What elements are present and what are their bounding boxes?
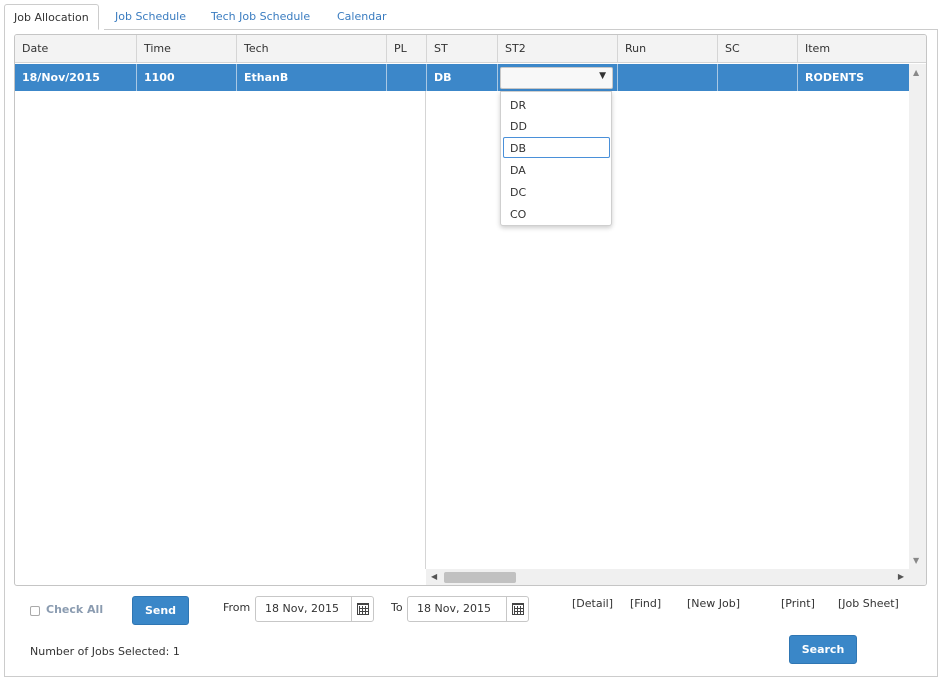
new-job-link[interactable]: [New Job]	[687, 597, 740, 610]
column-header-tech[interactable]: Tech	[236, 35, 386, 63]
send-button[interactable]: Send	[132, 596, 189, 625]
cell-time[interactable]: 1100	[136, 64, 236, 91]
column-header-time[interactable]: Time	[136, 35, 236, 63]
to-date-picker-button[interactable]	[506, 597, 528, 621]
scroll-right-icon[interactable]: ▶	[898, 572, 904, 581]
scroll-up-icon[interactable]: ▲	[913, 68, 919, 77]
dropdown-option-dc[interactable]: DC	[503, 181, 610, 202]
column-header-pl[interactable]: PL	[386, 35, 426, 63]
scroll-left-icon[interactable]: ◀	[431, 572, 437, 581]
detail-link[interactable]: [Detail]	[572, 597, 613, 610]
column-header-st2[interactable]: ST2	[497, 35, 617, 63]
print-link[interactable]: [Print]	[781, 597, 815, 610]
dropdown-option-da[interactable]: DA	[503, 159, 610, 180]
to-date-value[interactable]: 18 Nov, 2015	[417, 597, 491, 621]
column-header-run[interactable]: Run	[617, 35, 717, 63]
search-button[interactable]: Search	[789, 635, 857, 664]
cell-sc[interactable]	[717, 64, 797, 91]
tab-calendar[interactable]: Calendar	[337, 4, 386, 30]
vertical-scrollbar[interactable]: ▲ ▼	[909, 64, 926, 569]
to-label: To	[391, 601, 403, 614]
st2-select[interactable]: ▼	[500, 67, 613, 89]
horizontal-scrollbar[interactable]: ◀ ▶	[426, 569, 909, 585]
column-header-st[interactable]: ST	[426, 35, 497, 63]
calendar-icon	[512, 603, 524, 615]
calendar-icon	[357, 603, 369, 615]
table-row[interactable]: 18/Nov/2015 1100 EthanB DB RODENTS ▼	[15, 64, 909, 91]
from-date-field[interactable]: 18 Nov, 2015	[255, 596, 374, 622]
dropdown-option-dr[interactable]: DR	[503, 94, 610, 115]
job-sheet-link[interactable]: [Job Sheet]	[838, 597, 899, 610]
to-date-field[interactable]: 18 Nov, 2015	[407, 596, 529, 622]
st2-dropdown-list: DR DD DB DA DC CO	[500, 91, 612, 226]
cell-item[interactable]: RODENTS	[797, 64, 909, 91]
find-link[interactable]: [Find]	[630, 597, 661, 610]
caret-down-icon: ▼	[599, 71, 606, 81]
frozen-column-divider	[425, 91, 426, 569]
dropdown-option-db[interactable]: DB	[503, 137, 610, 158]
job-grid: Date Time Tech PL ST ST2 Run SC Item 18/…	[14, 34, 927, 586]
horizontal-scroll-thumb[interactable]	[444, 572, 516, 583]
cell-pl[interactable]	[386, 64, 426, 91]
cell-date[interactable]: 18/Nov/2015	[15, 64, 136, 91]
grid-header: Date Time Tech PL ST ST2 Run SC Item	[15, 35, 926, 63]
check-all-checkbox[interactable]	[30, 606, 40, 616]
tab-tech-job-schedule[interactable]: Tech Job Schedule	[211, 4, 310, 30]
dropdown-option-dd[interactable]: DD	[503, 115, 610, 136]
column-header-sc[interactable]: SC	[717, 35, 797, 63]
scroll-down-icon[interactable]: ▼	[913, 556, 919, 565]
from-date-picker-button[interactable]	[351, 597, 373, 621]
tab-job-allocation[interactable]: Job Allocation	[4, 4, 99, 30]
tab-job-schedule[interactable]: Job Schedule	[115, 4, 186, 30]
scrollbar-corner	[909, 569, 926, 585]
from-label: From	[223, 601, 251, 614]
column-header-item[interactable]: Item	[797, 35, 909, 63]
dropdown-option-co[interactable]: CO	[503, 203, 610, 224]
from-date-value[interactable]: 18 Nov, 2015	[265, 597, 339, 621]
cell-st[interactable]: DB	[426, 64, 497, 91]
cell-run[interactable]	[617, 64, 717, 91]
cell-tech[interactable]: EthanB	[236, 64, 386, 91]
column-header-date[interactable]: Date	[15, 35, 136, 63]
jobs-selected-count: Number of Jobs Selected: 1	[30, 645, 180, 658]
check-all-label[interactable]: Check All	[46, 603, 103, 616]
